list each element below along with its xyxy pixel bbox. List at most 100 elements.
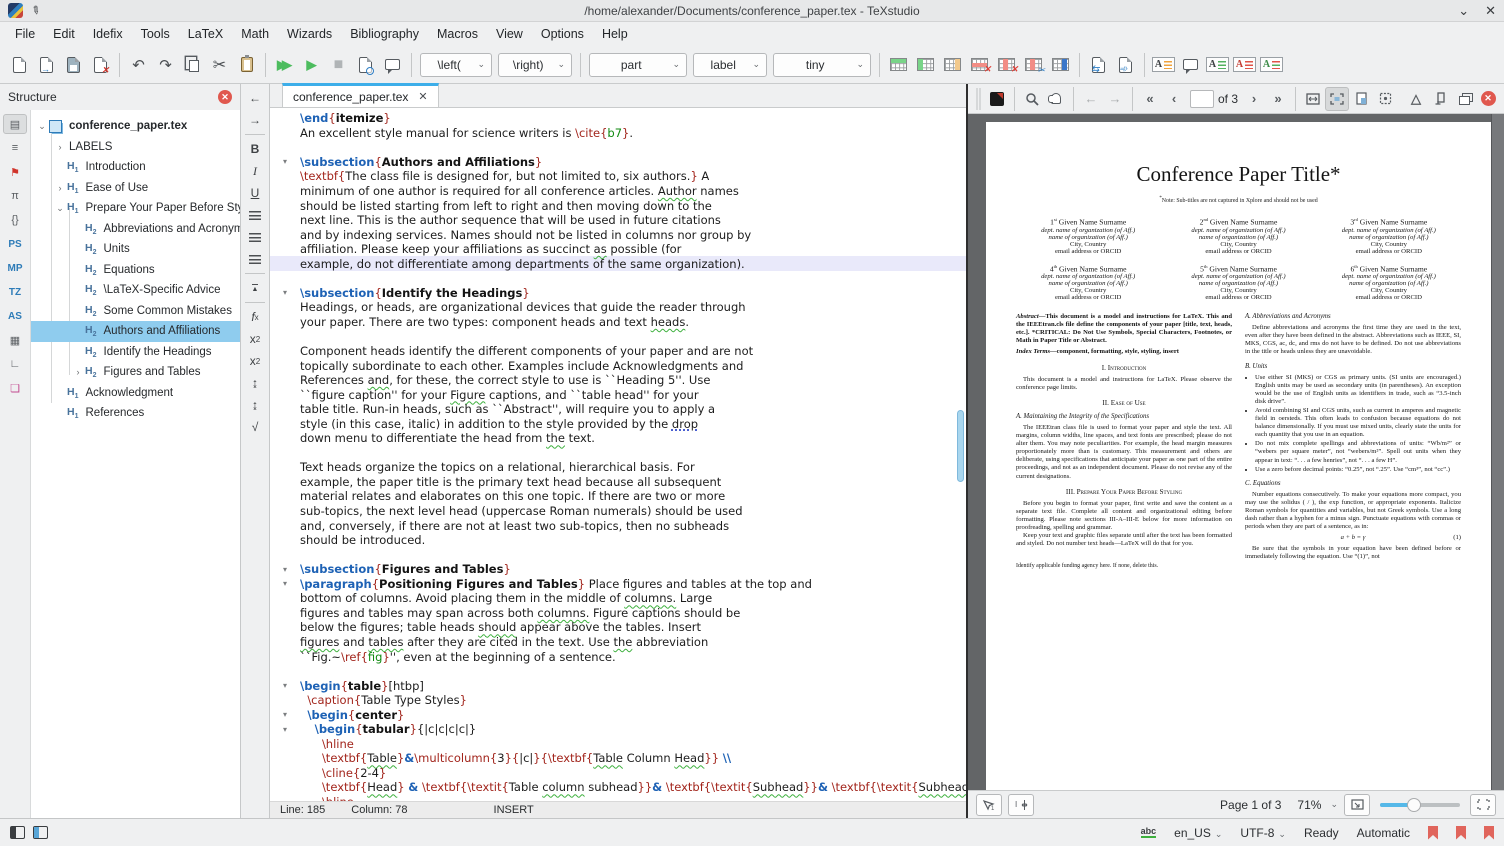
tree-item-equations[interactable]: H2Equations bbox=[31, 260, 240, 281]
tree-item-latex-specific-advice[interactable]: H2\LaTeX-Specific Advice bbox=[31, 280, 240, 301]
close-file-button[interactable] bbox=[87, 51, 114, 78]
bookmark-flag-icon[interactable] bbox=[1484, 826, 1494, 840]
code-line[interactable]: figures and tables after they are cited … bbox=[270, 635, 966, 650]
tree-item-prepare-your-paper-before-styling[interactable]: ⌄H1Prepare Your Paper Before Styling bbox=[31, 198, 240, 219]
editor-scrollbar[interactable] bbox=[957, 410, 964, 482]
align-center-button[interactable] bbox=[243, 227, 267, 247]
tree-item-abbreviations-and-acronyms[interactable]: H2Abbreviations and Acronyms bbox=[31, 219, 240, 240]
history-back-button[interactable]: ← bbox=[1079, 87, 1103, 111]
code-line[interactable]: table title. Run-in heads, such as ``Abs… bbox=[270, 402, 966, 417]
cut-button[interactable]: ✂ bbox=[206, 51, 233, 78]
code-line[interactable] bbox=[270, 271, 966, 286]
code-line[interactable]: down menu to differentiate the head from… bbox=[270, 431, 966, 446]
code-line[interactable]: \cline{2-4} bbox=[270, 766, 966, 781]
code-line[interactable]: and, conversely, if there are not at lea… bbox=[270, 518, 966, 533]
code-line[interactable]: your paper. There are two types: compone… bbox=[270, 315, 966, 330]
cursor-follow-scroll-button[interactable]: I bbox=[1008, 794, 1034, 816]
bookmarks-icon[interactable]: ⚑ bbox=[3, 162, 27, 182]
paste-button[interactable] bbox=[233, 51, 260, 78]
code-line[interactable]: ▾\begin{table}[htbp] bbox=[270, 678, 966, 693]
code-line[interactable]: \textbf{The class file is designed for, … bbox=[270, 169, 966, 184]
close-pdf-button[interactable]: ✕ bbox=[1476, 87, 1500, 111]
code-line[interactable]: ▾\paragraph{Positioning Figures and Tabl… bbox=[270, 577, 966, 592]
zoom-fit-button[interactable] bbox=[1344, 794, 1370, 816]
tree-item-references[interactable]: H1References bbox=[31, 403, 240, 424]
pstricks-icon[interactable]: PS bbox=[3, 234, 27, 254]
collapse-toolbar-button[interactable]: △ bbox=[1404, 87, 1428, 111]
arrow-right-button[interactable]: → bbox=[243, 110, 267, 130]
align-right-button[interactable] bbox=[243, 249, 267, 269]
fit-window-button[interactable] bbox=[1325, 87, 1349, 111]
math-symbols-icon[interactable]: π bbox=[3, 186, 27, 206]
swap-colors-button[interactable] bbox=[985, 87, 1009, 111]
code-line[interactable]: An excellent style manual for science wr… bbox=[270, 126, 966, 141]
menu-bibliography[interactable]: Bibliography bbox=[341, 24, 428, 44]
tree-item-acknowledgment[interactable]: H1Acknowledgment bbox=[31, 383, 240, 404]
tree-item-units[interactable]: H2Units bbox=[31, 239, 240, 260]
stretch-vertical-2-button[interactable]: ↨ bbox=[243, 395, 267, 415]
toggle-left-panel-button[interactable] bbox=[10, 826, 25, 839]
right-delimiter-combo[interactable]: \right)⌄ bbox=[498, 53, 572, 77]
code-line[interactable]: ``figure caption'' for your Figure capti… bbox=[270, 387, 966, 402]
pdf-scrollbar[interactable] bbox=[1491, 114, 1504, 790]
table-paste-column-button[interactable] bbox=[939, 51, 966, 78]
table-delete-column-button[interactable] bbox=[993, 51, 1020, 78]
close-panel-icon[interactable]: ✕ bbox=[218, 90, 232, 104]
copy-button[interactable] bbox=[179, 51, 206, 78]
pin-panel-button[interactable] bbox=[1428, 87, 1452, 111]
table-cut-column-button[interactable] bbox=[1020, 51, 1047, 78]
menu-wizards[interactable]: Wizards bbox=[278, 24, 341, 44]
code-line[interactable] bbox=[270, 329, 966, 344]
tree-item-identify-the-headings[interactable]: H2Identify the Headings bbox=[31, 342, 240, 363]
asymptote-icon[interactable]: AS bbox=[3, 306, 27, 326]
code-line[interactable]: example, the paper title is the primary … bbox=[270, 475, 966, 490]
code-line[interactable]: ``Fig.~\ref{fig}'', even at the beginnin… bbox=[270, 649, 966, 664]
single-page-mode-button[interactable] bbox=[1349, 87, 1373, 111]
undo-button[interactable]: ↶ bbox=[125, 51, 152, 78]
language-select[interactable]: en_US⌄ bbox=[1174, 826, 1222, 840]
code-line[interactable]: style (in this case, italic) in addition… bbox=[270, 416, 966, 431]
minimize-button[interactable]: ⌄ bbox=[1458, 3, 1469, 19]
last-page-button[interactable]: » bbox=[1266, 87, 1290, 111]
format-red-button[interactable]: A bbox=[1231, 51, 1258, 78]
code-line[interactable]: Component heads identify the different c… bbox=[270, 344, 966, 359]
label-insert-combo[interactable]: label⌄ bbox=[693, 53, 767, 77]
compile-and-view-button[interactable]: ▶▶ bbox=[271, 51, 298, 78]
save-file-button[interactable] bbox=[60, 51, 87, 78]
detach-window-button[interactable] bbox=[1452, 87, 1476, 111]
subscript-button[interactable]: x2 bbox=[243, 329, 267, 349]
table-tools-icon[interactable]: ▦ bbox=[3, 330, 27, 350]
code-line[interactable]: figures and tables may span across both … bbox=[270, 606, 966, 621]
code-line[interactable] bbox=[270, 446, 966, 461]
format-green-button[interactable]: A bbox=[1204, 51, 1231, 78]
open-file-button[interactable] bbox=[33, 51, 60, 78]
code-area[interactable]: \end{itemize}An excellent style manual f… bbox=[270, 108, 966, 801]
code-line[interactable]: \caption{Table Type Styles} bbox=[270, 693, 966, 708]
overview-list-icon[interactable]: ≡ bbox=[3, 138, 27, 158]
format-highlight-button[interactable]: A bbox=[1150, 51, 1177, 78]
first-page-button[interactable]: « bbox=[1138, 87, 1162, 111]
table-add-row-button[interactable] bbox=[885, 51, 912, 78]
coordinates-icon[interactable]: ∟ bbox=[3, 354, 27, 374]
code-line[interactable]: should be introduced. bbox=[270, 533, 966, 548]
brace-symbols-icon[interactable]: {} bbox=[3, 210, 27, 230]
code-line[interactable]: should be listed starting from left to r… bbox=[270, 198, 966, 213]
code-line[interactable]: \end{itemize} bbox=[270, 111, 966, 126]
tree-item-ease-of-use[interactable]: ›H1Ease of Use bbox=[31, 178, 240, 199]
bookmark-flag-icon[interactable] bbox=[1456, 826, 1466, 840]
pdf-view-area[interactable]: Conference Paper Title* *Note: Sub-title… bbox=[968, 114, 1504, 790]
menu-view[interactable]: View bbox=[487, 24, 532, 44]
menu-file[interactable]: File bbox=[6, 24, 44, 44]
log-viewer-button[interactable] bbox=[379, 51, 406, 78]
code-line[interactable]: bottom of columns. Avoid placing them in… bbox=[270, 591, 966, 606]
tree-item-conference-paper-tex[interactable]: ⌄conference_paper.tex bbox=[31, 116, 240, 137]
function-button[interactable]: fx bbox=[243, 307, 267, 327]
menu-edit[interactable]: Edit bbox=[44, 24, 84, 44]
align-left-button[interactable] bbox=[243, 205, 267, 225]
continuous-mode-button[interactable] bbox=[1373, 87, 1397, 111]
menu-options[interactable]: Options bbox=[532, 24, 593, 44]
compile-button[interactable]: ▶ bbox=[298, 51, 325, 78]
superscript-button[interactable]: x2 bbox=[243, 351, 267, 371]
menu-macros[interactable]: Macros bbox=[428, 24, 487, 44]
previous-page-button[interactable]: ‹ bbox=[1162, 87, 1186, 111]
